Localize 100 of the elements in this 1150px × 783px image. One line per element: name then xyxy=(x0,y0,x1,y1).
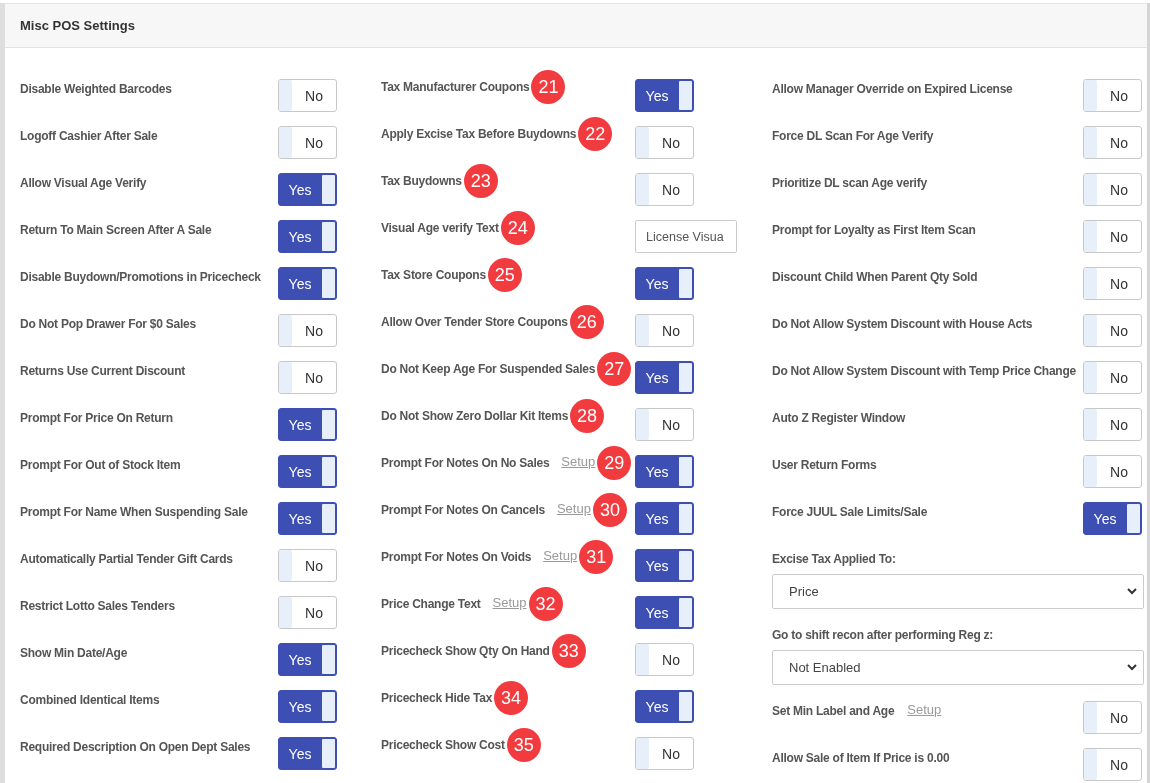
toggle-switch[interactable]: No xyxy=(278,549,337,582)
setting-label: Disable Weighted Barcodes xyxy=(20,81,172,96)
setting-label: Disable Buydown/Promotions in Pricecheck xyxy=(20,269,261,284)
setting-label: Prompt For Notes On No Sales xyxy=(381,456,550,470)
setting-label: Auto Z Register Window xyxy=(772,410,906,425)
toggle-switch[interactable]: No xyxy=(635,408,694,441)
toggle-switch[interactable]: Yes xyxy=(278,220,337,253)
setting-label: User Return Forms xyxy=(772,457,877,472)
toggle-switch[interactable]: No xyxy=(1083,701,1142,734)
toggle-switch[interactable]: No xyxy=(1083,267,1142,300)
toggle-switch[interactable]: No xyxy=(635,737,694,770)
setting-label: Do Not Pop Drawer For $0 Sales xyxy=(20,316,196,331)
toggle-switch[interactable]: Yes xyxy=(635,267,694,300)
number-badge: 27 xyxy=(597,352,632,386)
setting-label: Do Not Allow System Discount with Temp Price Change xyxy=(772,363,1076,378)
toggle-switch[interactable]: No xyxy=(278,596,337,629)
setting-label: Automatically Partial Tender Gift Cards xyxy=(20,551,233,566)
toggle-switch[interactable]: No xyxy=(278,361,337,394)
setting-label: Allow Manager Override on Expired License xyxy=(772,81,1013,96)
setting-label: Prompt for Loyalty as First Item Scan xyxy=(772,222,976,237)
toggle-switch[interactable]: No xyxy=(1083,173,1142,206)
panel-title: Misc POS Settings xyxy=(20,18,135,33)
number-badge: 25 xyxy=(487,258,522,292)
toggle-switch[interactable]: No xyxy=(1083,748,1142,781)
dropdown-field[interactable]: Price xyxy=(772,574,1144,609)
number-badge: 22 xyxy=(578,117,613,151)
setting-label: Do Not Keep Age For Suspended Sales xyxy=(381,362,596,376)
setting-label: Do Not Allow System Discount with House Acts xyxy=(772,316,1033,331)
toggle-switch[interactable]: No xyxy=(1083,455,1142,488)
toggle-switch[interactable]: No xyxy=(635,314,694,347)
toggle-switch[interactable]: Yes xyxy=(278,643,337,676)
setting-label: Force JUUL Sale Limits/Sale xyxy=(772,504,928,519)
toggle-switch[interactable]: Yes xyxy=(635,361,694,394)
dropdown-field[interactable]: Not Enabled xyxy=(772,650,1144,685)
number-badge: 32 xyxy=(528,587,563,621)
toggle-switch[interactable]: No xyxy=(1083,79,1142,112)
setting-label: Allow Over Tender Store Coupons xyxy=(381,315,568,329)
number-badge: 28 xyxy=(570,399,605,433)
setting-label: Returns Use Current Discount xyxy=(20,363,186,378)
field-label: Excise Tax Applied To: xyxy=(772,551,897,568)
setting-label: Pricecheck Hide Tax xyxy=(381,691,493,705)
number-badge: 35 xyxy=(506,728,541,762)
setting-label: Prompt For Name When Suspending Sale xyxy=(20,504,248,519)
setting-label: Tax Manufacturer Coupons xyxy=(381,80,530,94)
toggle-switch[interactable]: No xyxy=(278,314,337,347)
setting-label: Visual Age verify Text xyxy=(381,221,499,235)
toggle-switch[interactable]: Yes xyxy=(278,173,337,206)
setting-label: Prompt For Notes On Voids xyxy=(381,550,532,564)
toggle-switch[interactable]: Yes xyxy=(278,455,337,488)
toggle-switch[interactable]: Yes xyxy=(635,502,694,535)
toggle-switch[interactable]: Yes xyxy=(1083,502,1142,535)
toggle-switch[interactable]: Yes xyxy=(278,408,337,441)
setting-label: Apply Excise Tax Before Buydowns xyxy=(381,127,577,141)
number-badge: 29 xyxy=(597,446,632,480)
number-badge: 34 xyxy=(494,681,529,715)
setting-label: Prompt For Notes On Cancels xyxy=(381,503,545,517)
toggle-switch[interactable]: Yes xyxy=(278,267,337,300)
setting-label: Prompt For Out of Stock Item xyxy=(20,457,181,472)
setting-label: Force DL Scan For Age Verify xyxy=(772,128,934,143)
number-badge: 31 xyxy=(579,540,614,574)
field-label: Go to shift recon after performing Reg z: xyxy=(772,627,995,644)
setting-label: Pricecheck Show Cost xyxy=(381,738,505,752)
chevron-down-icon xyxy=(1127,664,1137,671)
setting-label: Restrict Lotto Sales Tenders xyxy=(20,598,175,613)
setting-label: Pricecheck Show Qty On Hand xyxy=(381,644,550,658)
setting-label: Return To Main Screen After A Sale xyxy=(20,222,212,237)
toggle-switch[interactable]: Yes xyxy=(635,549,694,582)
toggle-switch[interactable]: No xyxy=(635,643,694,676)
setting-label: Required Description On Open Dept Sales xyxy=(20,739,251,754)
number-badge: 24 xyxy=(500,211,535,245)
toggle-switch[interactable]: No xyxy=(278,79,337,112)
toggle-switch[interactable]: No xyxy=(635,173,694,206)
toggle-switch[interactable]: Yes xyxy=(635,79,694,112)
setting-label: Price Change Text xyxy=(381,597,481,611)
setting-label: Logoff Cashier After Sale xyxy=(20,128,158,143)
setting-label: Prompt For Price On Return xyxy=(20,410,173,425)
setting-label: Show Min Date/Age xyxy=(20,645,128,660)
setting-label: Discount Child When Parent Qty Sold xyxy=(772,269,978,284)
toggle-switch[interactable]: No xyxy=(1083,314,1142,347)
toggle-switch[interactable]: Yes xyxy=(278,502,337,535)
setting-label: Allow Sale of Item If Price is 0.00 xyxy=(772,750,950,765)
toggle-switch[interactable]: Yes xyxy=(635,455,694,488)
toggle-switch[interactable]: Yes xyxy=(278,690,337,723)
number-badge: 33 xyxy=(551,634,586,668)
toggle-switch[interactable]: No xyxy=(1083,361,1142,394)
toggle-switch[interactable]: No xyxy=(278,126,337,159)
number-badge: 26 xyxy=(569,305,604,339)
text-field[interactable]: License Visua xyxy=(635,220,737,253)
setting-label: Combined Identical Items xyxy=(20,692,160,707)
toggle-switch[interactable]: Yes xyxy=(635,690,694,723)
setting-label: Set Min Label and Age xyxy=(772,703,895,718)
number-badge: 23 xyxy=(463,164,498,198)
setting-label: Prioritize DL scan Age verify xyxy=(772,175,927,190)
toggle-switch[interactable]: No xyxy=(1083,408,1142,441)
toggle-switch[interactable]: Yes xyxy=(278,737,337,770)
toggle-switch[interactable]: Yes xyxy=(635,596,694,629)
toggle-switch[interactable]: No xyxy=(1083,126,1142,159)
toggle-switch[interactable]: No xyxy=(635,126,694,159)
toggle-switch[interactable]: No xyxy=(1083,220,1142,253)
setting-label: Tax Store Coupons xyxy=(381,268,486,282)
